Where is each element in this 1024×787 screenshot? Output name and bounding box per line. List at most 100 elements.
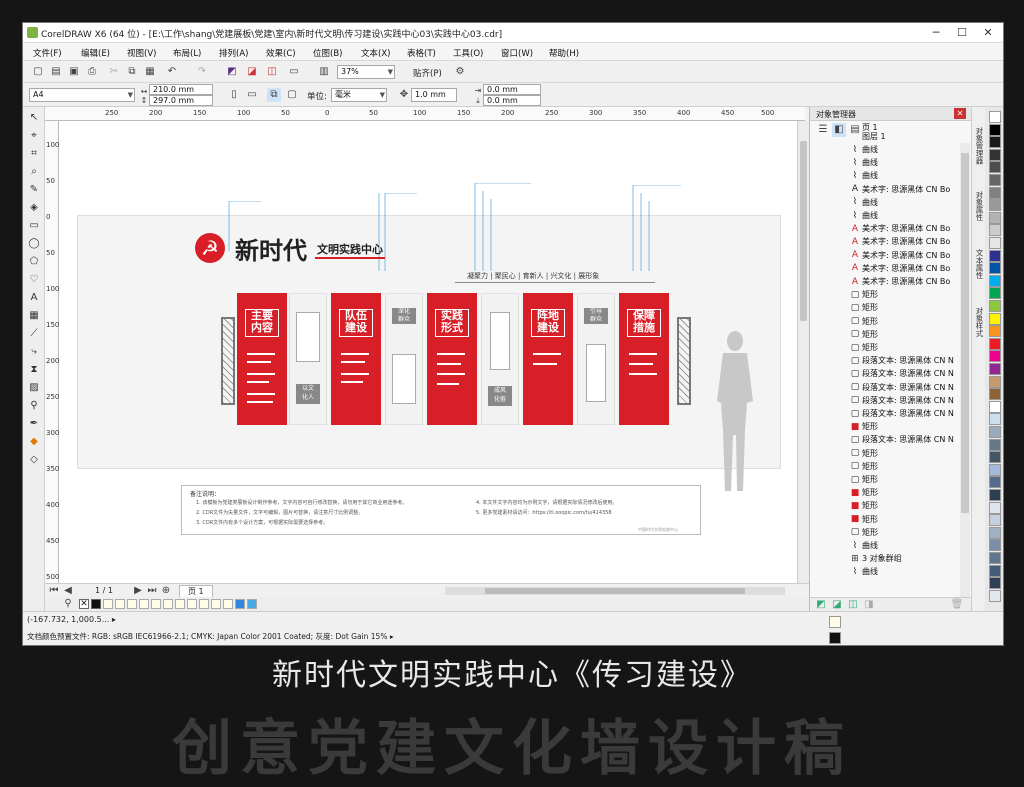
units-select[interactable]: 毫米 ▼ (331, 88, 387, 102)
color-swatch[interactable] (151, 599, 161, 609)
color-swatch[interactable] (247, 599, 257, 609)
page-width-field[interactable]: 210.0 mm (149, 84, 213, 95)
object-row[interactable]: ▢ 矩形 (850, 526, 878, 539)
duplicate-distance-x-field[interactable]: 0.0 mm (483, 84, 541, 95)
object-row[interactable]: A 美术字: 思源黑体 CN Bo (850, 275, 950, 288)
landscape-icon[interactable]: ▭ (245, 88, 259, 102)
delete-icon[interactable]: 🗑 (950, 598, 964, 612)
palette-swatch[interactable] (989, 539, 1001, 552)
palette-swatch[interactable] (989, 388, 1001, 401)
snap-to-button[interactable]: 贴齐(P) (413, 67, 442, 79)
zoom-tool-icon[interactable]: ⌕ (27, 165, 41, 179)
dimension-tool-icon[interactable]: ⟋ (27, 327, 41, 341)
fill-indicator-icon[interactable] (829, 616, 841, 628)
tab-object-properties[interactable]: 对象属性 (973, 191, 985, 221)
palette-swatch[interactable] (989, 325, 1001, 338)
color-swatch[interactable] (115, 599, 125, 609)
color-swatch[interactable] (223, 599, 233, 609)
export-icon[interactable]: ◪ (245, 65, 259, 79)
palette-swatch[interactable] (989, 186, 1001, 199)
edit-across-layers-icon[interactable]: ◧ (832, 123, 846, 137)
object-row[interactable]: A 美术字: 思源黑体 CN Bo (850, 262, 950, 275)
color-swatch[interactable] (127, 599, 137, 609)
menu-text[interactable]: 文本(X) (361, 47, 390, 59)
color-swatch[interactable] (163, 599, 173, 609)
menu-effects[interactable]: 效果(C) (266, 47, 296, 59)
palette-swatch[interactable] (989, 413, 1001, 426)
eyedropper-icon[interactable]: ⚲ (61, 597, 75, 611)
object-row[interactable]: ■ 矩形 (850, 420, 878, 433)
color-swatch[interactable] (139, 599, 149, 609)
table-tool-icon[interactable]: ▦ (27, 309, 41, 323)
palette-swatch[interactable] (989, 161, 1001, 174)
scroll-thumb[interactable] (961, 153, 969, 513)
save-icon[interactable]: ▣ (67, 65, 81, 79)
object-row[interactable]: ▢ 段落文本: 思源黑体 CN N (850, 381, 954, 394)
undo-icon[interactable]: ↶ (165, 65, 179, 79)
open-icon[interactable]: ▤ (49, 65, 63, 79)
print-icon[interactable]: ⎙ (85, 65, 99, 79)
panel-safeguards[interactable]: 保障 措施 (619, 293, 669, 425)
outline-indicator-icon[interactable] (829, 632, 841, 644)
transparency-tool-icon[interactable]: ▨ (27, 381, 41, 395)
app-launcher-icon[interactable]: ▭ (287, 65, 301, 79)
panel-team-building[interactable]: 队伍 建设 (331, 293, 381, 425)
color-profile-info[interactable]: 文档颜色预置文件: RGB: sRGB IEC61966-2.1; CMYK: … (27, 631, 394, 642)
color-swatch[interactable] (103, 599, 113, 609)
new-layer-icon[interactable]: ◩ (814, 598, 828, 612)
menu-help[interactable]: 帮助(H) (549, 47, 579, 59)
menu-bitmaps[interactable]: 位图(B) (313, 47, 342, 59)
smart-fill-icon[interactable]: ◈ (27, 201, 41, 215)
drawing-canvas[interactable]: ———————— ———————— —————————————— ———————… (59, 121, 805, 597)
palette-swatch[interactable] (989, 337, 1001, 350)
object-row[interactable]: ▢ 矩形 (850, 447, 878, 460)
color-swatch[interactable] (91, 599, 101, 609)
close-icon[interactable]: ✕ (954, 108, 966, 119)
object-row[interactable]: ⌇ 曲线 (850, 209, 878, 222)
new-document-icon[interactable]: ▢ (31, 65, 45, 79)
palette-swatch[interactable] (989, 174, 1001, 186)
tab-text-properties[interactable]: 文本属性 (973, 249, 985, 279)
portrait-icon[interactable]: ▯ (227, 88, 241, 102)
publish-pdf-icon[interactable]: ◫ (265, 65, 279, 79)
tree-layer[interactable]: 图层 1 (862, 130, 886, 143)
maximize-button[interactable]: ☐ (949, 25, 975, 41)
close-button[interactable]: ✕ (975, 25, 1001, 41)
object-row[interactable]: ▢ 段落文本: 思源黑体 CN N (850, 433, 954, 446)
palette-swatch[interactable] (989, 249, 1001, 262)
horizontal-scrollbar[interactable] (445, 587, 785, 595)
object-row[interactable]: ▢ 矩形 (850, 328, 878, 341)
panel-main-content[interactable]: 主要 内容 (237, 293, 287, 425)
palette-swatch[interactable] (989, 451, 1001, 464)
current-page-icon[interactable]: ▢ (285, 88, 299, 102)
palette-swatch[interactable] (989, 287, 1001, 300)
page-size-select[interactable]: A4 ▼ (29, 88, 135, 102)
crop-tool-icon[interactable]: ⌗ (27, 147, 41, 161)
object-row[interactable]: ▢ 段落文本: 思源黑体 CN N (850, 407, 954, 420)
object-row[interactable]: ⌇ 曲线 (850, 143, 878, 156)
palette-swatch[interactable] (989, 577, 1001, 590)
palette-swatch[interactable] (989, 111, 1001, 123)
object-row[interactable]: ⌇ 曲线 (850, 565, 878, 578)
palette-swatch[interactable] (989, 514, 1001, 527)
rectangle-tool-icon[interactable]: ▭ (27, 219, 41, 233)
object-row[interactable]: ■ 矩形 (850, 499, 878, 512)
palette-swatch[interactable] (989, 300, 1001, 312)
palette-swatch[interactable] (989, 262, 1001, 275)
palette-swatch[interactable] (989, 438, 1001, 451)
palette-swatch[interactable] (989, 363, 1001, 375)
object-row[interactable]: ▢ 矩形 (850, 341, 878, 354)
first-page-icon[interactable]: ⏮ (47, 584, 61, 598)
paste-icon[interactable]: ▦ (143, 65, 157, 79)
minimize-button[interactable]: ─ (923, 25, 949, 41)
palette-swatch[interactable] (989, 350, 1001, 363)
palette-swatch[interactable] (989, 123, 1001, 136)
ellipse-tool-icon[interactable]: ◯ (27, 237, 41, 251)
pick-tool-icon[interactable]: ↖ (27, 111, 41, 125)
freehand-tool-icon[interactable]: ✎ (27, 183, 41, 197)
cut-icon[interactable]: ✂ (107, 65, 121, 79)
menu-tools[interactable]: 工具(O) (453, 47, 483, 59)
add-page-icon[interactable]: ⊕ (159, 584, 173, 598)
palette-swatch[interactable] (989, 211, 1001, 224)
object-row[interactable]: A 美术字: 思源黑体 CN Bo (850, 222, 950, 235)
